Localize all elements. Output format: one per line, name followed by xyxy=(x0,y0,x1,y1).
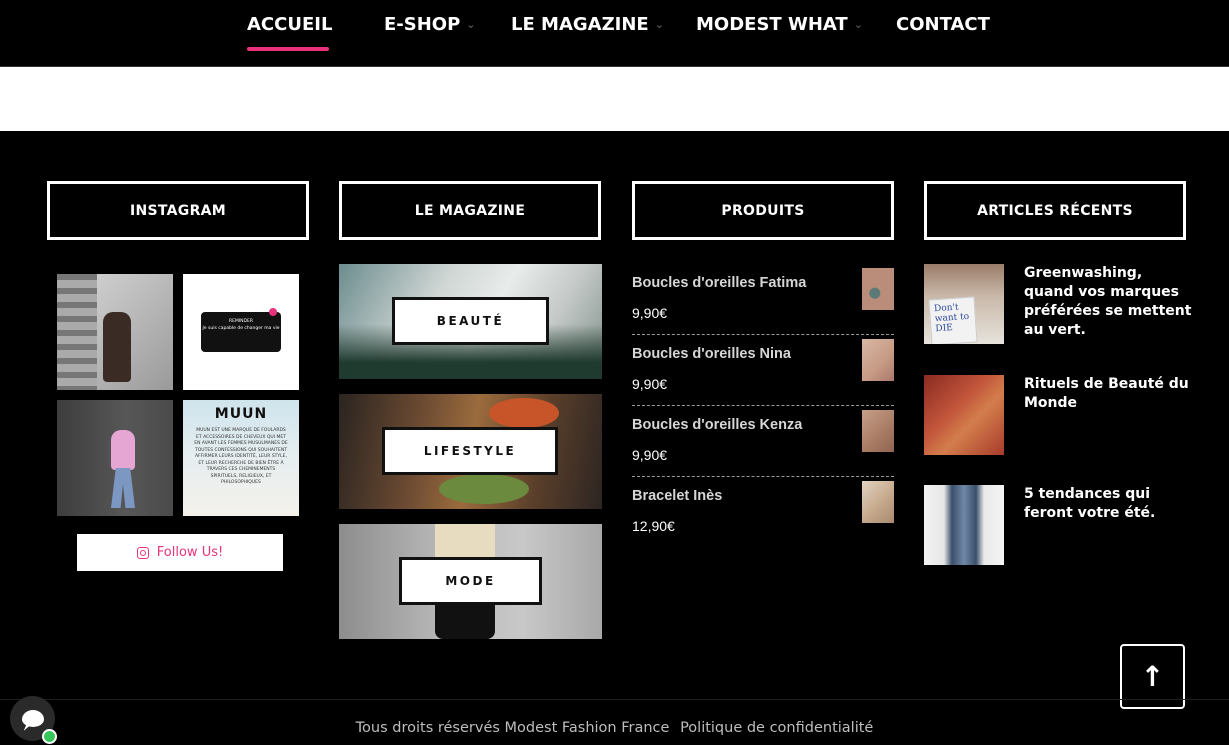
footer-copyright: Tous droits réservés Modest Fashion Fran… xyxy=(0,720,1229,736)
chat-button[interactable] xyxy=(10,696,57,744)
article-thumbnail[interactable]: Don't want to DIE xyxy=(924,264,1004,344)
article-thumbnail[interactable] xyxy=(924,375,1004,455)
tile-photo xyxy=(489,398,559,428)
online-status-indicator xyxy=(42,729,57,744)
heart-icon xyxy=(269,308,277,316)
photo-person xyxy=(103,312,131,382)
instagram-title-text: INSTAGRAM xyxy=(129,202,227,219)
chat-bubble-icon xyxy=(21,710,44,727)
divider xyxy=(632,405,894,406)
article-title[interactable]: Greenwashing, quand vos marques préférée… xyxy=(1024,264,1194,340)
products-title-text: PRODUITS xyxy=(721,202,805,219)
tile-label-mode: MODE xyxy=(399,557,542,605)
articles-title-text: ARTICLES RÉCENTS xyxy=(977,202,1133,219)
divider xyxy=(632,334,894,335)
magazine-tile-mode[interactable]: MODE xyxy=(339,524,602,639)
product-thumbnail[interactable] xyxy=(862,410,894,452)
magazine-tile-beaute[interactable]: BEAUTÉ xyxy=(339,264,602,379)
active-nav-indicator xyxy=(247,47,329,51)
instagram-post[interactable] xyxy=(57,274,173,390)
nav-label-eshop: E-SHOP xyxy=(384,14,461,35)
tile-photo xyxy=(439,474,529,504)
product-name[interactable]: Boucles d'oreilles Nina xyxy=(632,346,791,362)
chevron-down-icon: ⌄ xyxy=(466,18,476,31)
content-area xyxy=(0,67,1229,131)
product-thumbnail[interactable] xyxy=(862,481,894,523)
product-price: 12,90€ xyxy=(632,518,675,534)
photo-person xyxy=(111,430,135,470)
photo-stairs xyxy=(57,274,97,390)
instagram-post[interactable]: REMINDER Je suis capable de changer ma v… xyxy=(183,274,299,390)
nav-item-contact[interactable]: CONTACT xyxy=(896,14,990,35)
instagram-follow-button[interactable]: Follow Us! xyxy=(77,534,283,571)
tile-label-lifestyle: LIFESTYLE xyxy=(382,427,558,475)
article-title[interactable]: Rituels de Beauté du Monde xyxy=(1024,375,1194,413)
divider xyxy=(632,476,894,477)
follow-label: Follow Us! xyxy=(156,545,224,560)
product-name[interactable]: Boucles d'oreilles Fatima xyxy=(632,275,806,291)
article-thumbnail[interactable] xyxy=(924,485,1004,565)
product-name[interactable]: Bracelet Inès xyxy=(632,488,722,504)
chevron-down-icon: ⌄ xyxy=(654,18,664,31)
product-thumbnail[interactable] xyxy=(862,268,894,310)
nav-label-contact: CONTACT xyxy=(896,14,990,35)
nav-label-modest-what: MODEST WHAT xyxy=(696,14,848,35)
nav-label-accueil: ACCUEIL xyxy=(247,14,333,35)
nav-item-accueil[interactable]: ACCUEIL xyxy=(247,14,332,35)
footer-divider xyxy=(0,699,1229,700)
chevron-down-icon: ⌄ xyxy=(853,18,863,31)
magazine-title-text: LE MAGAZINE xyxy=(414,202,526,219)
instagram-post[interactable]: MUUN MUUN EST UNE MARQUE DE FOULARDS ET … xyxy=(183,400,299,516)
nav-label-le-magazine: LE MAGAZINE xyxy=(511,14,649,35)
reminder-card: REMINDER Je suis capable de changer ma v… xyxy=(201,312,281,352)
articles-widget-title: ARTICLES RÉCENTS xyxy=(924,181,1186,240)
article-title[interactable]: 5 tendances qui feront votre été. xyxy=(1024,485,1194,523)
copyright-text: Tous droits réservés Modest Fashion Fran… xyxy=(355,720,670,736)
product-thumbnail[interactable] xyxy=(862,339,894,381)
photo-person-legs xyxy=(111,468,135,508)
instagram-post[interactable] xyxy=(57,400,173,516)
privacy-link[interactable]: Politique de confidentialité xyxy=(680,720,873,736)
magazine-widget-title: LE MAGAZINE xyxy=(339,181,601,240)
nav-item-eshop[interactable]: E-SHOP ⌄ xyxy=(384,14,476,35)
product-price: 9,90€ xyxy=(632,376,668,392)
magazine-tile-lifestyle[interactable]: LIFESTYLE xyxy=(339,394,602,509)
product-name[interactable]: Boucles d'oreilles Kenza xyxy=(632,417,802,433)
muun-description: MUUN EST UNE MARQUE DE FOULARDS ET ACCES… xyxy=(194,428,288,485)
protest-sign: Don't want to DIE xyxy=(928,296,978,344)
nav-item-modest-what[interactable]: MODEST WHAT ⌄ xyxy=(696,14,863,35)
products-widget-title: PRODUITS xyxy=(632,181,894,240)
product-price: 9,90€ xyxy=(632,305,668,321)
nav-item-le-magazine[interactable]: LE MAGAZINE ⌄ xyxy=(511,14,664,35)
muun-logo-text: MUUN xyxy=(214,406,268,422)
product-price: 9,90€ xyxy=(632,447,668,463)
instagram-icon xyxy=(136,546,149,559)
tile-label-beaute: BEAUTÉ xyxy=(392,297,549,345)
top-navigation: ACCUEIL E-SHOP ⌄ LE MAGAZINE ⌄ MODEST WHAT… xyxy=(0,0,1229,67)
arrow-up-icon: ↑ xyxy=(1140,659,1165,693)
instagram-widget-title: INSTAGRAM xyxy=(47,181,309,240)
